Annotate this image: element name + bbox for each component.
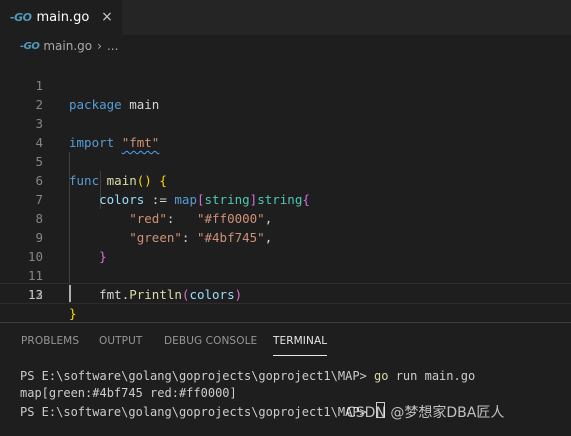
- terminal-output: map[green:#4bf745 red:#ff0000]: [20, 386, 237, 400]
- breadcrumb-file[interactable]: main.go: [43, 39, 92, 53]
- tab-output[interactable]: OUTPUT: [99, 335, 142, 351]
- code-line: 6 colors := map[string]string{: [0, 152, 571, 207]
- tab-terminal[interactable]: TERMINAL: [273, 335, 328, 356]
- code-line: 11 fmt.Println(colors): [0, 247, 571, 302]
- tab-problems[interactable]: PROBLEMS: [21, 335, 79, 351]
- go-file-icon: -GO: [20, 40, 40, 52]
- breadcrumb: -GO main.go › ...: [0, 35, 571, 57]
- code-line: 4: [0, 114, 571, 150]
- tab-main-go[interactable]: -GO main.go ×: [0, 0, 122, 35]
- terminal-line[interactable]: PS E:\software\golang\goprojects\goproje…: [20, 368, 475, 385]
- tab-debug-console[interactable]: DEBUG CONSOLE: [164, 335, 257, 351]
- chevron-right-icon: ›: [97, 39, 102, 53]
- code-line: 5 func main() {: [0, 133, 571, 188]
- code-line: 3 import "fmt": [0, 95, 571, 150]
- code-line: 8 "green": "#4bf745",: [0, 190, 571, 245]
- line-number: 13: [27, 287, 43, 302]
- code-line: 2: [0, 76, 571, 112]
- editor-tab-bar: -GO main.go ×: [0, 0, 571, 35]
- code-line: 7 "red": "#ff0000",: [0, 171, 571, 226]
- code-editor[interactable]: 1 package main 2 3 import "fmt" 4 5 func…: [0, 57, 571, 321]
- watermark: CSDN @梦想家DBA匠人: [346, 405, 505, 421]
- current-line: 13: [0, 283, 571, 304]
- terminal-line[interactable]: PS E:\software\golang\goprojects\goproje…: [20, 402, 386, 421]
- code-line: 1 package main: [0, 57, 571, 112]
- tab-label: main.go: [36, 10, 90, 25]
- close-icon[interactable]: ×: [98, 8, 116, 26]
- code-line: 9 }: [0, 209, 571, 264]
- go-file-icon: -GO: [10, 11, 32, 24]
- text-cursor: [69, 285, 71, 302]
- code-line: 10: [0, 228, 571, 264]
- breadcrumb-more[interactable]: ...: [107, 39, 118, 53]
